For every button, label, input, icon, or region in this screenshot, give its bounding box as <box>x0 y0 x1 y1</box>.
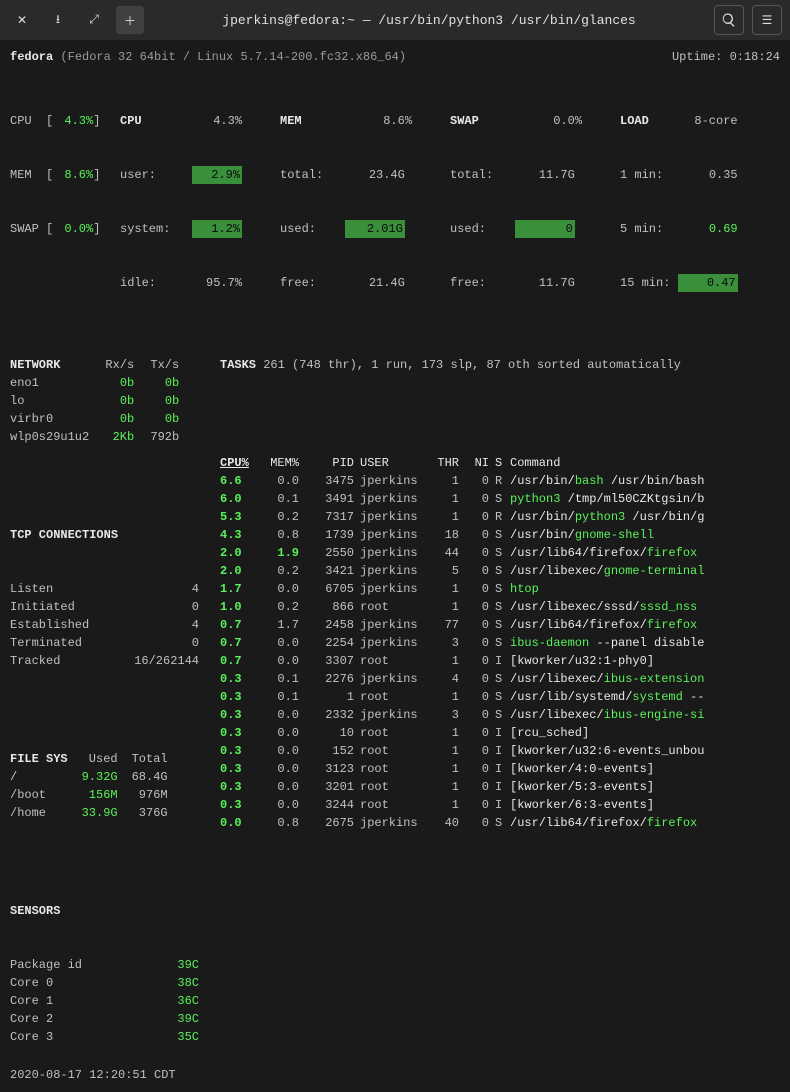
process-row: 0.30.02332jperkins30S/usr/libexec/ibus-e… <box>220 706 710 724</box>
process-row: 0.30.12276jperkins40S/usr/libexec/ibus-e… <box>220 670 710 688</box>
summary-row: CPU [4.3%] MEM [8.6%] SWAP [0.0%] CPU 4.… <box>10 76 780 310</box>
tcp-row: Established4 <box>10 616 205 634</box>
process-row: 0.70.02254jperkins30Sibus-daemon --panel… <box>220 634 710 652</box>
process-row: 0.30.010root10I[rcu_sched] <box>220 724 710 742</box>
sensor-row: Package id39C <box>10 956 205 974</box>
process-row: 1.00.2866root10S/usr/libexec/sssd/sssd_n… <box>220 598 710 616</box>
fs-row: /boot156M976M <box>10 786 174 804</box>
process-row: 0.71.72458jperkins770S/usr/lib64/firefox… <box>220 616 710 634</box>
os-line: (Fedora 32 64bit / Linux 5.7.14-200.fc32… <box>60 48 406 66</box>
net-row: eno10b0b <box>10 374 185 392</box>
tcp-row: Listen4 <box>10 580 205 598</box>
hostname: fedora <box>10 48 53 66</box>
sensor-row: Core 239C <box>10 1010 205 1028</box>
expand-icon[interactable]: ⤢ <box>80 6 108 34</box>
process-row: 0.00.82675jperkins400S/usr/lib64/firefox… <box>220 814 710 832</box>
process-row: 6.00.13491jperkins10Spython3 /tmp/ml50CZ… <box>220 490 710 508</box>
fs-row: /9.32G68.4G <box>10 768 174 786</box>
process-row: 0.30.03123root10I[kworker/4:0-events] <box>220 760 710 778</box>
process-row: 2.00.23421jperkins50S/usr/libexec/gnome-… <box>220 562 710 580</box>
fs-row: /home33.9G376G <box>10 804 174 822</box>
tcp-row: Tracked16/262144 <box>10 652 205 670</box>
tcp-row: Initiated0 <box>10 598 205 616</box>
timestamp: 2020-08-17 12:20:51 CDT <box>10 1066 780 1084</box>
process-column: TASKS 261 (748 thr), 1 run, 173 slp, 87 … <box>220 320 780 1064</box>
process-row: 4.30.81739jperkins180S/usr/bin/gnome-she… <box>220 526 710 544</box>
menu-button[interactable]: ☰ <box>752 5 782 35</box>
terminal-content: fedora (Fedora 32 64bit / Linux 5.7.14-2… <box>0 40 790 1092</box>
process-row: 0.70.03307root10I[kworker/u32:1-phy0] <box>220 652 710 670</box>
titlebar: ✕ ⭳ ⤢ ＋ jperkins@fedora:~ — /usr/bin/pyt… <box>0 0 790 40</box>
process-row: 2.01.92550jperkins440S/usr/lib64/firefox… <box>220 544 710 562</box>
left-column: NETWORKRx/sTx/seno10b0blo0b0bvirbr00b0bw… <box>10 320 220 1064</box>
process-row: 6.60.03475jperkins10R/usr/bin/bash /usr/… <box>220 472 710 490</box>
process-row: 0.30.03201root10I[kworker/5:3-events] <box>220 778 710 796</box>
process-row: 0.30.11root10S/usr/lib/systemd/systemd -… <box>220 688 710 706</box>
process-row: 0.30.0152root10I[kworker/u32:6-events_un… <box>220 742 710 760</box>
process-row: 1.70.06705jperkins10Shtop <box>220 580 710 598</box>
uptime-label: Uptime: <box>672 48 722 66</box>
search-button[interactable] <box>714 5 744 35</box>
close-button[interactable]: ✕ <box>8 6 36 34</box>
net-row: wlp0s29u1u22Kb792b <box>10 428 185 446</box>
sensor-row: Core 335C <box>10 1028 205 1046</box>
process-row: 0.30.03244root10I[kworker/6:3-events] <box>220 796 710 814</box>
window-title: jperkins@fedora:~ — /usr/bin/python3 /us… <box>152 13 706 28</box>
tcp-row: Terminated0 <box>10 634 205 652</box>
uptime-value: 0:18:24 <box>730 48 780 66</box>
net-row: virbr00b0b <box>10 410 185 428</box>
new-tab-button[interactable]: ＋ <box>116 6 144 34</box>
sensor-row: Core 038C <box>10 974 205 992</box>
net-row: lo0b0b <box>10 392 185 410</box>
download-icon[interactable]: ⭳ <box>44 6 72 34</box>
sensor-row: Core 136C <box>10 992 205 1010</box>
process-row: 5.30.27317jperkins10R/usr/bin/python3 /u… <box>220 508 710 526</box>
